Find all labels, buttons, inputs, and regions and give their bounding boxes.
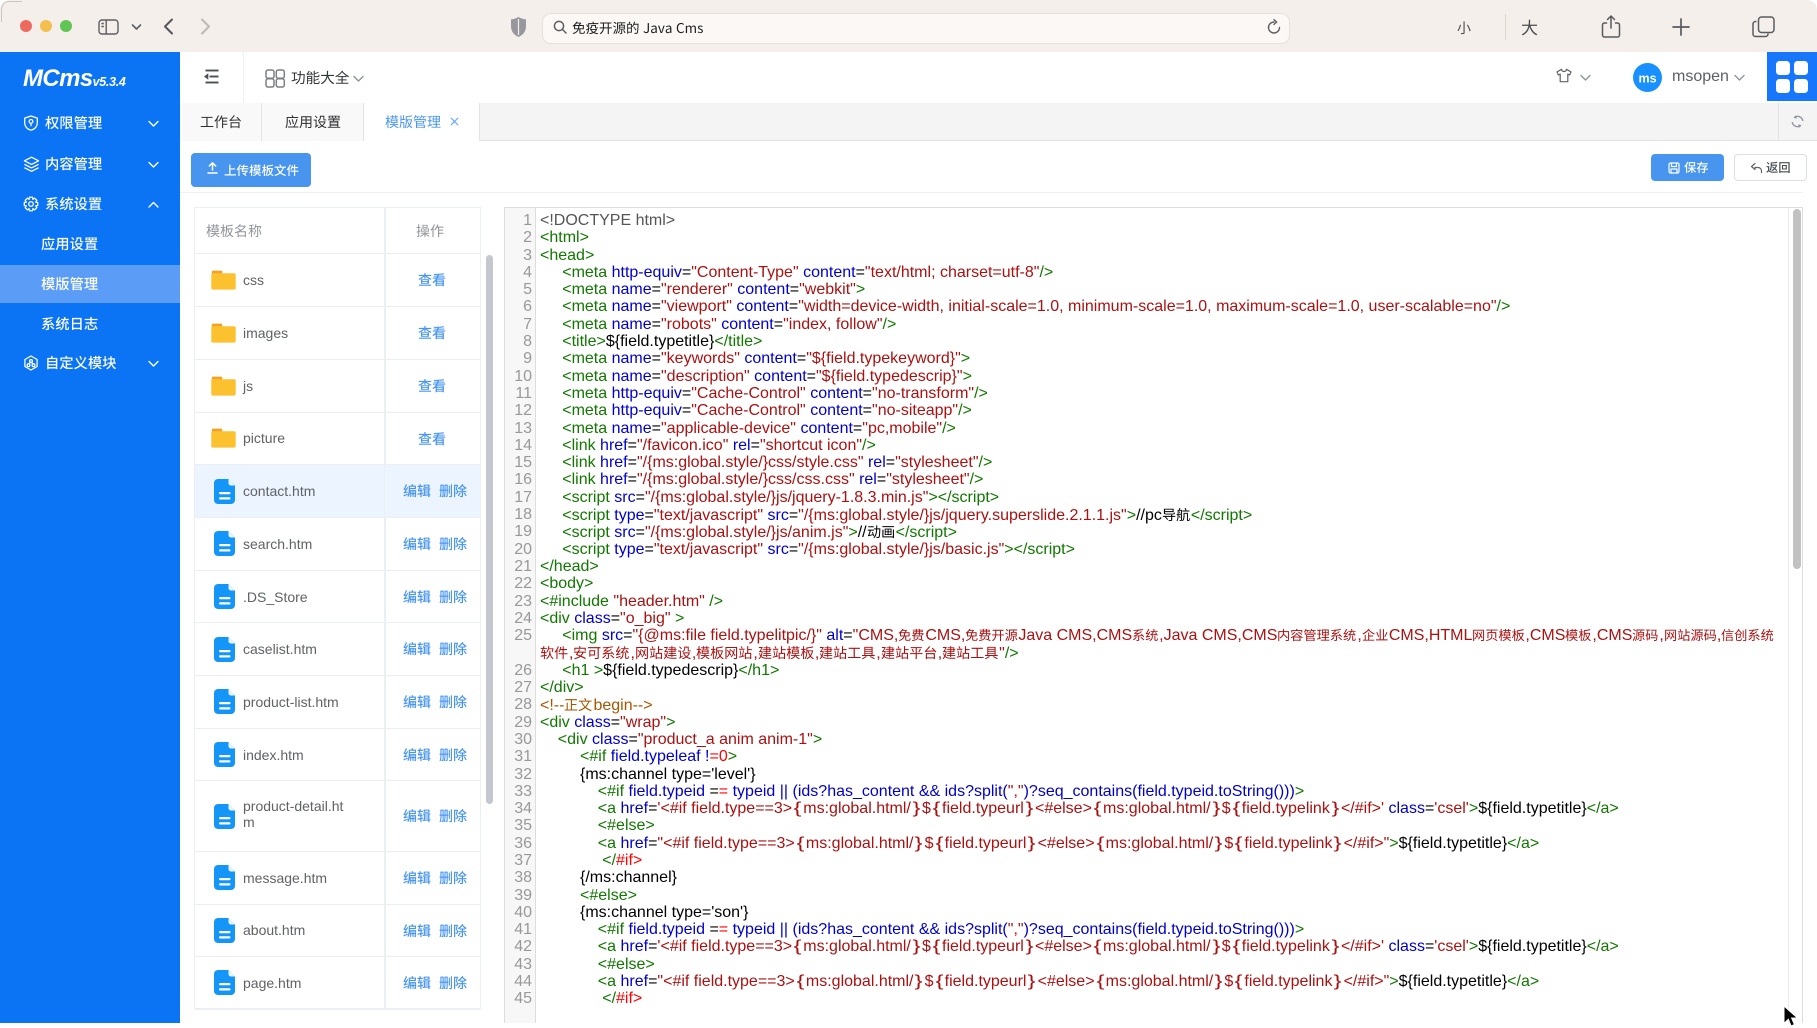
svg-text:ms: ms (1638, 71, 1656, 85)
